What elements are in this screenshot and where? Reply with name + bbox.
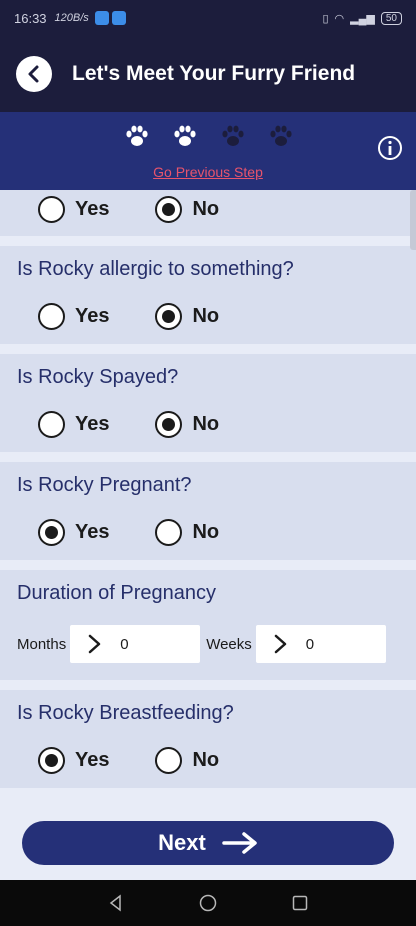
chevron-right-icon (88, 634, 101, 654)
weeks-label: Weeks (206, 635, 252, 653)
duration-label: Duration of Pregnancy (17, 582, 217, 604)
radio-group: Yes No (38, 303, 219, 330)
question-section: Is Rocky Breastfeeding? Yes No (0, 690, 416, 788)
duration-section: Duration of Pregnancy Months 0 Weeks 0 (0, 570, 416, 680)
next-button[interactable]: Next (22, 821, 394, 865)
radio-no[interactable] (155, 303, 183, 330)
no-option[interactable]: No (155, 747, 219, 774)
question-list: Yes No Is Rocky allergic to something? Y… (0, 190, 416, 810)
yes-option[interactable]: Yes (38, 519, 109, 546)
battery-icon: 50 (380, 11, 402, 25)
step-indicator: Go Previous Step (0, 112, 416, 190)
months-field[interactable]: 0 (70, 625, 201, 663)
radio-group: Yes No (38, 519, 219, 546)
no-label: No (192, 521, 220, 543)
status-time: 16:33 (14, 10, 47, 26)
radio-yes[interactable] (38, 303, 65, 330)
chevron-left-icon (28, 65, 39, 83)
wifi-icon: ◠ (334, 12, 345, 25)
yes-label: Yes (75, 305, 110, 327)
paw-icon (270, 125, 292, 146)
back-button[interactable] (16, 56, 52, 92)
yes-option[interactable]: Yes (38, 411, 109, 438)
signal-icon: ▂▄▆ (350, 12, 375, 25)
yes-option[interactable]: Yes (38, 747, 109, 774)
weeks-field[interactable]: 0 (255, 625, 386, 663)
no-label: No (192, 749, 220, 771)
question-label: Is Rocky Breastfeeding? (17, 702, 234, 724)
radio-yes[interactable] (38, 196, 65, 223)
paw-icon (126, 125, 148, 146)
question-section: Is Rocky allergic to something? Yes No (0, 246, 416, 344)
radio-yes[interactable] (38, 519, 65, 546)
next-label: Next (158, 830, 206, 855)
radio-group: Yes No (38, 747, 219, 774)
no-option[interactable]: No (155, 196, 219, 223)
radio-yes[interactable] (38, 411, 65, 438)
no-option[interactable]: No (155, 411, 219, 438)
no-label: No (192, 305, 220, 327)
chevron-right-icon (274, 634, 287, 654)
notification-icon (111, 11, 126, 25)
footer: Next (0, 810, 416, 880)
info-icon[interactable] (376, 134, 404, 162)
no-option[interactable]: No (155, 303, 219, 330)
status-bar: 16:33 120B/s ▯ ◠ ▂▄▆ 50 (0, 0, 416, 36)
scrollbar[interactable] (410, 190, 416, 250)
home-nav-icon[interactable] (198, 893, 218, 913)
radio-no[interactable] (155, 747, 183, 774)
yes-label: Yes (75, 521, 110, 543)
no-label: No (192, 413, 220, 435)
yes-option[interactable]: Yes (38, 196, 109, 223)
weeks-value: 0 (305, 635, 315, 653)
radio-group: Yes No (38, 196, 219, 223)
recents-nav-icon[interactable] (290, 893, 310, 913)
no-option[interactable]: No (155, 519, 219, 546)
radio-group: Yes No (38, 411, 219, 438)
yes-option[interactable]: Yes (38, 303, 109, 330)
paw-icon (174, 125, 196, 146)
arrow-right-icon (222, 832, 257, 854)
go-previous-step-link[interactable]: Go Previous Step (0, 164, 416, 180)
network-speed: 120B/s (54, 12, 89, 24)
notification-icon (94, 11, 109, 25)
radio-yes[interactable] (38, 747, 65, 774)
duration-row: Months 0 Weeks 0 (17, 625, 386, 663)
back-nav-icon[interactable] (106, 893, 126, 913)
question-section: Yes No (0, 190, 416, 236)
no-label: No (192, 198, 220, 220)
app-header: Let's Meet Your Furry Friend (0, 36, 416, 112)
months-label: Months (17, 635, 67, 653)
page-title: Let's Meet Your Furry Friend (72, 62, 356, 85)
yes-label: Yes (75, 749, 110, 771)
question-label: Is Rocky allergic to something? (17, 258, 294, 280)
vibrate-icon: ▯ (322, 12, 329, 25)
paw-icon (222, 125, 244, 146)
yes-label: Yes (75, 198, 110, 220)
radio-no[interactable] (155, 196, 183, 223)
yes-label: Yes (75, 413, 110, 435)
months-value: 0 (120, 635, 129, 653)
system-nav-bar (0, 880, 416, 926)
step-paws (124, 124, 294, 150)
question-section: Is Rocky Spayed? Yes No (0, 354, 416, 452)
question-label: Is Rocky Spayed? (17, 366, 179, 388)
radio-no[interactable] (155, 411, 183, 438)
question-label: Is Rocky Pregnant? (17, 474, 192, 496)
radio-no[interactable] (155, 519, 183, 546)
question-section: Is Rocky Pregnant? Yes No (0, 462, 416, 560)
